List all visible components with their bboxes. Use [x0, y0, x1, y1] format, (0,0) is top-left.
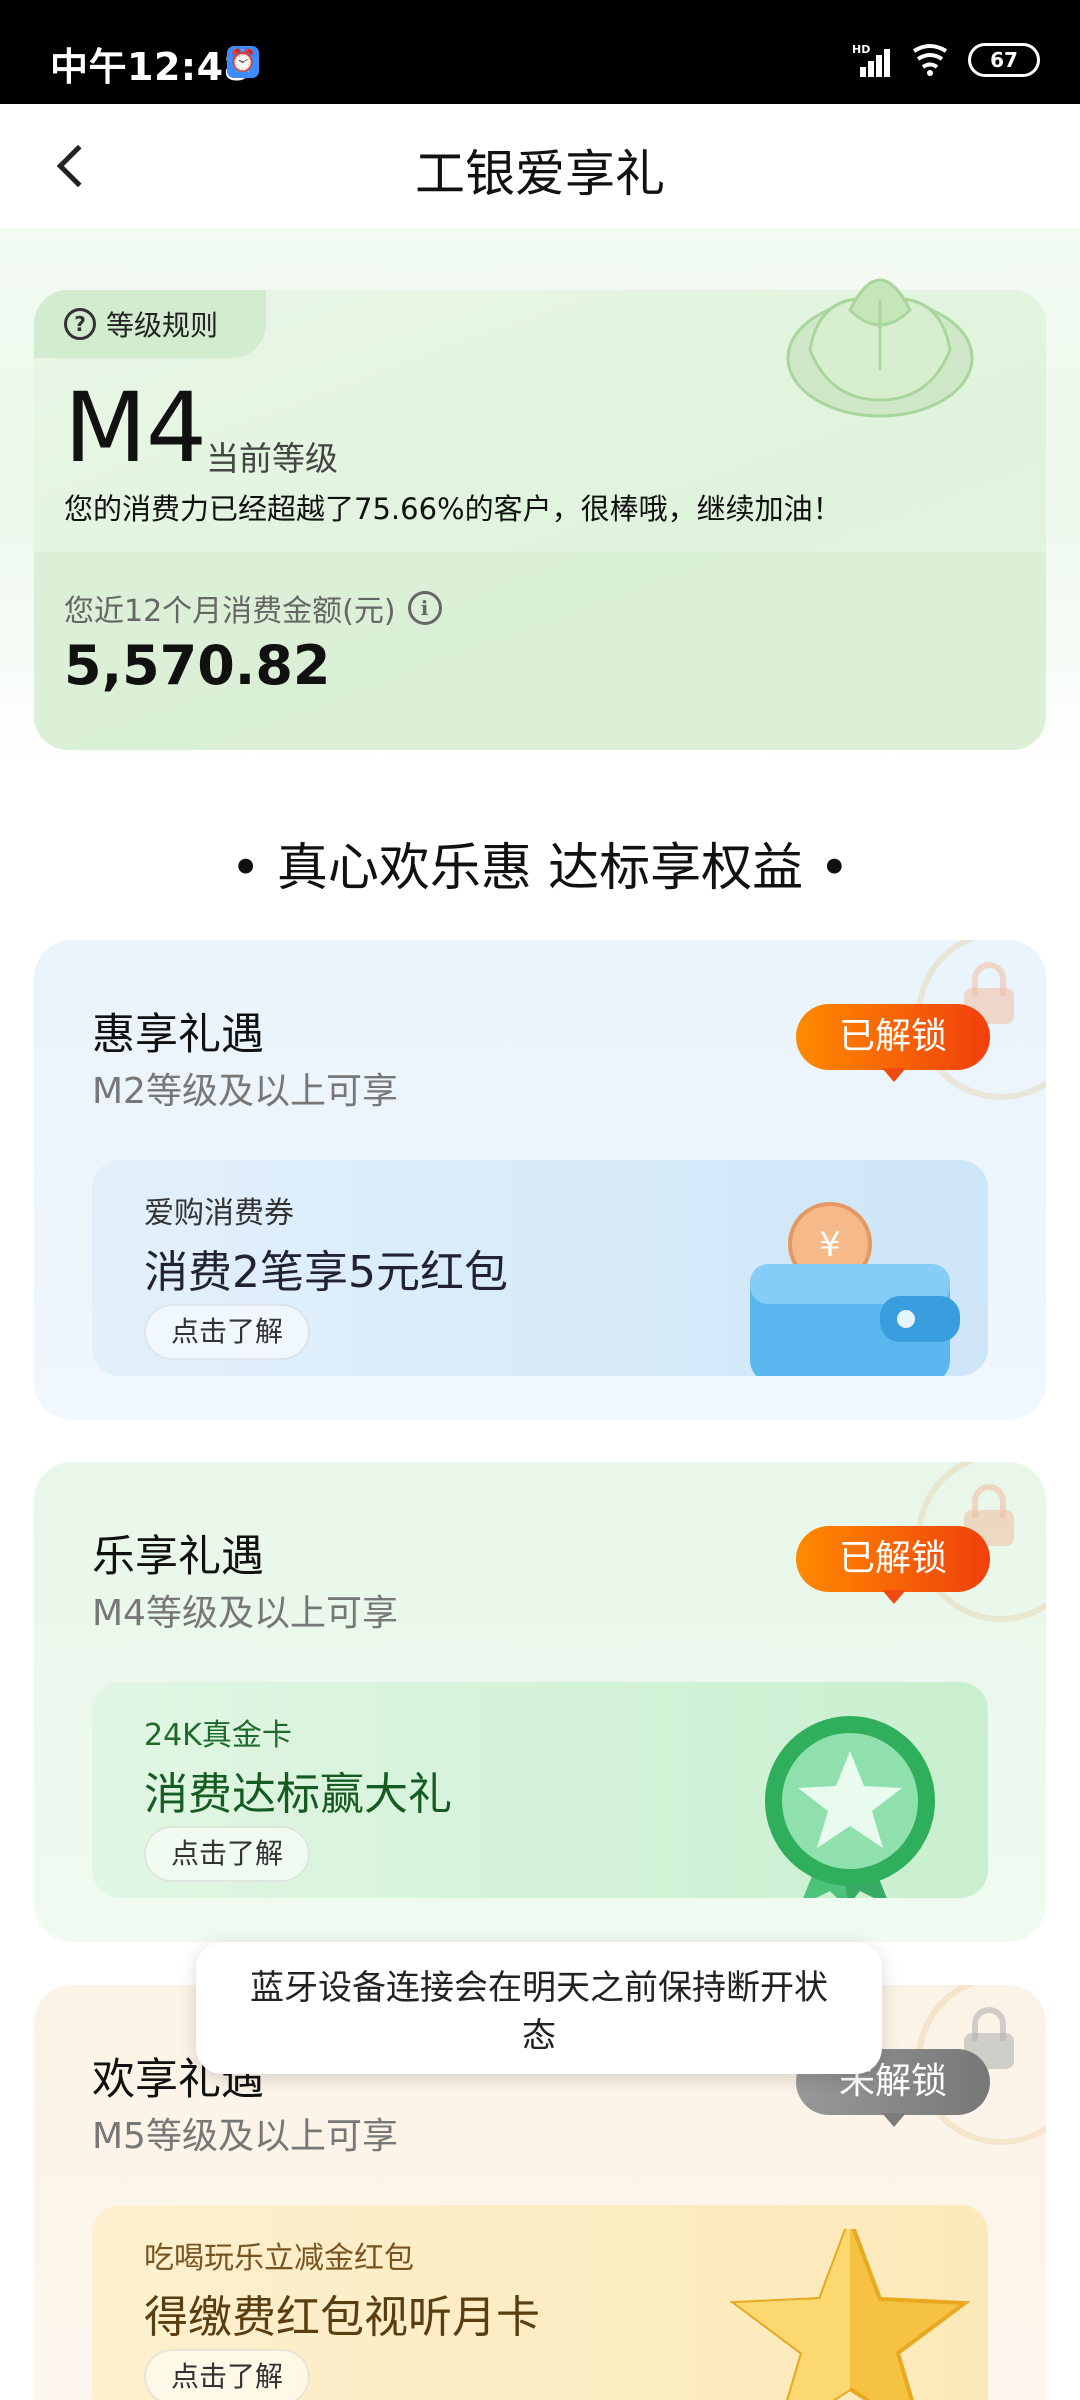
perk-card[interactable]: 爱购消费券 消费2笔享5元红包 点击了解 ¥: [92, 1160, 988, 1376]
svg-text:¥: ¥: [819, 1225, 841, 1265]
level-code: M4: [64, 372, 207, 484]
learn-more-button[interactable]: 点击了解: [144, 1826, 310, 1882]
learn-more-button[interactable]: 点击了解: [144, 1304, 310, 1360]
tier-card-1: 惠享礼遇 M2等级及以上可享 已解锁 爱购消费券 消费2笔享5元红包 点击了解 …: [34, 940, 1046, 1420]
perk-title: 得缴费红包视听月卡: [144, 2292, 540, 2343]
page-title: 工银爱享礼: [415, 145, 665, 203]
tier-requirement: M2等级及以上可享: [92, 1071, 398, 1112]
spend-amount: 5,570.82: [64, 634, 331, 697]
current-level-label: 当前等级: [206, 439, 338, 478]
learn-more-button[interactable]: 点击了解: [144, 2349, 310, 2400]
tier-requirement: M5等级及以上可享: [92, 2116, 398, 2157]
status-time: 中午12:48: [50, 45, 251, 89]
alarm-icon: ⏰: [227, 46, 259, 78]
spend-label: 您近12个月消费金额(元): [64, 594, 396, 629]
wifi-icon: [912, 44, 948, 76]
level-description: 您的消费力已经超越了75.66%的客户，很棒哦，继续加油！: [64, 492, 842, 526]
nav-bar: 工银爱享礼: [0, 104, 1080, 228]
status-icons: HD 67: [852, 40, 1040, 80]
status-bar: 中午12:48 ⏰ HD 67: [0, 0, 1080, 104]
section-title: • 真心欢乐惠 达标享权益 •: [230, 839, 850, 898]
medal-star-icon: [765, 1716, 935, 1898]
battery-icon: 67: [968, 43, 1040, 77]
tier-name: 惠享礼遇: [92, 1010, 264, 1060]
tier-card-2: 乐享礼遇 M4等级及以上可享 已解锁 24K真金卡 消费达标赢大礼 点击了解: [34, 1462, 1046, 1942]
tier-name: 乐享礼遇: [92, 1532, 264, 1582]
perk-card[interactable]: 24K真金卡 消费达标赢大礼 点击了解: [92, 1682, 988, 1898]
perk-tag: 24K真金卡: [144, 1718, 292, 1753]
question-icon: ?: [64, 308, 96, 340]
level-rules-label: 等级规则: [106, 309, 219, 342]
wallet-icon: ¥: [750, 1202, 960, 1376]
perk-title: 消费达标赢大礼: [144, 1769, 452, 1820]
status-badge: 已解锁: [796, 1526, 990, 1604]
perk-tag: 爱购消费券: [144, 1196, 294, 1231]
status-badge: 已解锁: [796, 1004, 990, 1082]
level-rules-button[interactable]: ? 等级规则: [34, 290, 266, 358]
lotus-decoration-icon: [786, 278, 974, 418]
info-icon[interactable]: i: [407, 591, 442, 625]
perk-title: 消费2笔享5元红包: [144, 1247, 508, 1298]
hd-label: HD: [852, 43, 871, 56]
tier-requirement: M4等级及以上可享: [92, 1593, 398, 1634]
perk-card[interactable]: 吃喝玩乐立减金红包 得缴费红包视听月卡 点击了解: [92, 2205, 988, 2400]
star-icon: [730, 2229, 970, 2400]
cellular-signal-icon: HD: [852, 43, 892, 77]
spend-label-row: 您近12个月消费金额(元) i: [64, 586, 442, 630]
perk-tag: 吃喝玩乐立减金红包: [144, 2241, 414, 2276]
toast-message: 蓝牙设备连接会在明天之前保持断开状态: [196, 1942, 882, 2074]
